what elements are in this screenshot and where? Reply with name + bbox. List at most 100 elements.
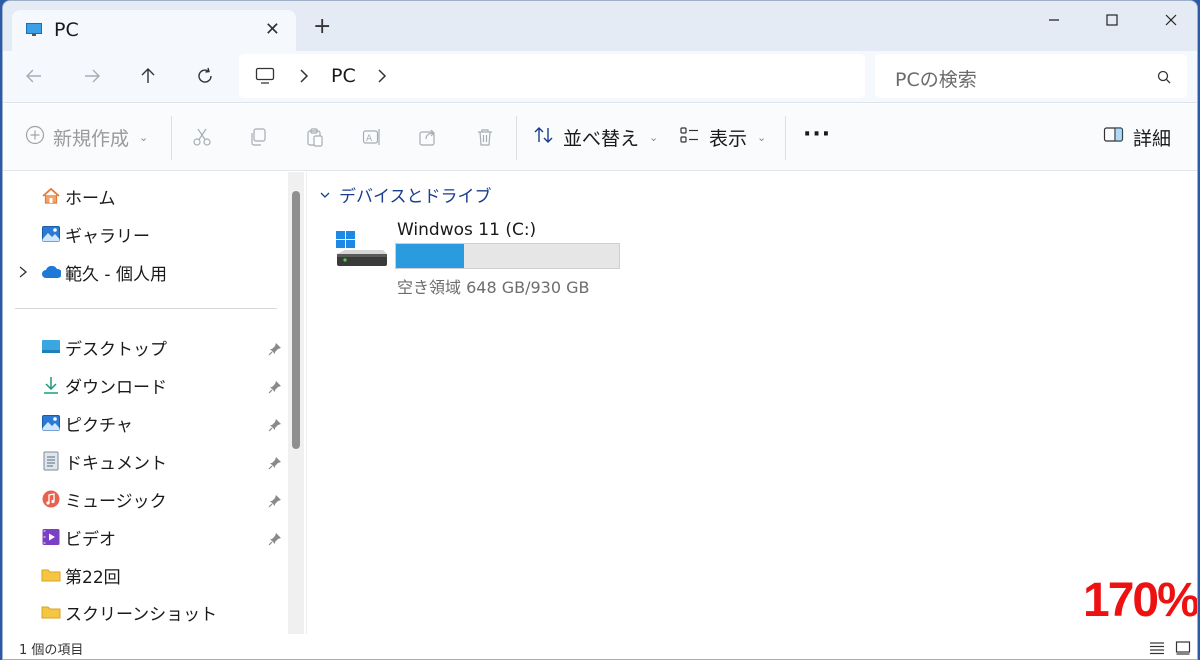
status-bar: 1 個の項目 — [3, 634, 1197, 659]
cut-icon[interactable] — [191, 126, 213, 148]
drive-usage-fill — [396, 244, 464, 268]
sidebar-item-label: ピクチャ — [65, 415, 133, 436]
minimize-button[interactable] — [1043, 9, 1065, 31]
home-icon — [41, 186, 61, 206]
pin-icon[interactable] — [268, 417, 282, 432]
documents-icon — [41, 451, 61, 471]
pc-monitor-icon — [26, 22, 42, 36]
file-explorer-window: PC ✕ + PC PCの検索 新規作成 ⌄ A 並べ替え ⌄ 表示 ⌄ ···… — [2, 0, 1198, 660]
navigation-pane: ホーム ギャラリー 範久 - 個人用 デスクトップ ダウンロード ピクチャ ドキ… — [3, 172, 287, 634]
new-button[interactable]: 新規作成 ⌄ — [25, 124, 148, 151]
sidebar-item-videos[interactable]: ビデオ — [41, 525, 116, 550]
drive-usage-bar — [395, 243, 620, 269]
new-tab-button[interactable]: + — [313, 16, 331, 38]
chevron-down-icon — [319, 185, 331, 205]
videos-icon — [41, 527, 61, 547]
breadcrumb-pc[interactable]: PC — [331, 65, 356, 87]
sidebar-item-label: ドキュメント — [65, 453, 167, 474]
onedrive-cloud-icon — [41, 262, 61, 282]
more-options-button[interactable]: ··· — [803, 122, 831, 147]
details-view-icon[interactable] — [1149, 640, 1165, 659]
view-button[interactable]: 表示 ⌄ — [679, 124, 766, 151]
view-list-icon — [679, 125, 701, 150]
folder-icon — [41, 565, 61, 585]
chevron-down-icon: ⌄ — [649, 131, 659, 144]
toolbar-divider — [785, 116, 786, 160]
pin-icon[interactable] — [268, 341, 282, 356]
breadcrumb-chevron-icon[interactable] — [297, 67, 311, 89]
sidebar-item-label: スクリーンショット — [65, 604, 218, 625]
forward-arrow-icon[interactable] — [79, 63, 105, 89]
drive-name: Windwos 11 (C:) — [397, 220, 537, 240]
folder-icon — [41, 602, 61, 622]
search-box[interactable]: PCの検索 — [875, 54, 1187, 98]
svg-text:A: A — [366, 134, 373, 144]
pictures-icon — [41, 413, 61, 433]
pin-icon[interactable] — [268, 379, 282, 394]
desktop-icon — [41, 337, 61, 357]
sidebar-item-pictures[interactable]: ピクチャ — [41, 411, 133, 436]
close-window-button[interactable] — [1160, 9, 1182, 31]
details-pane-label: 詳細 — [1133, 128, 1172, 150]
chevron-down-icon: ⌄ — [757, 131, 767, 144]
new-button-label: 新規作成 — [53, 128, 130, 150]
computer-icon — [255, 67, 275, 89]
pin-icon[interactable] — [268, 493, 282, 508]
sidebar-item-music[interactable]: ミュージック — [41, 487, 167, 512]
zoom-percentage-label: 170% — [1083, 574, 1198, 627]
tab-title: PC — [54, 19, 79, 41]
navigation-bar: PC PCの検索 — [3, 51, 1197, 103]
maximize-button[interactable] — [1101, 9, 1123, 31]
details-pane-button[interactable]: 詳細 — [1103, 124, 1171, 151]
group-header-devices[interactable]: デバイスとドライブ — [319, 182, 492, 207]
details-pane-icon — [1103, 126, 1125, 149]
sidebar-item-downloads[interactable]: ダウンロード — [41, 373, 167, 398]
delete-icon[interactable] — [474, 126, 496, 148]
sidebar-item-label: 範久 - 個人用 — [65, 264, 167, 285]
breadcrumb-chevron-icon[interactable] — [375, 67, 389, 89]
sort-button[interactable]: 並べ替え ⌄ — [533, 124, 658, 151]
sidebar-item-label: ミュージック — [65, 491, 167, 512]
view-button-label: 表示 — [709, 128, 748, 150]
sidebar-scrollbar-thumb[interactable] — [292, 191, 300, 449]
content-pane: デバイスとドライブ Windwos 11 (C:) 空き領域 648 GB/93… — [306, 172, 1197, 634]
sidebar-item-home[interactable]: ホーム — [41, 184, 116, 209]
address-bar[interactable]: PC — [239, 54, 865, 98]
sort-arrows-icon — [533, 125, 555, 150]
sidebar-item-label: ビデオ — [65, 529, 116, 550]
sidebar-item-desktop[interactable]: デスクトップ — [41, 335, 167, 360]
sidebar-item-folder-22[interactable]: 第22回 — [41, 563, 121, 588]
sidebar-item-onedrive[interactable]: 範久 - 個人用 — [41, 260, 167, 285]
sidebar-item-label: 第22回 — [65, 567, 121, 588]
plus-circle-icon — [25, 125, 45, 150]
rename-icon[interactable]: A — [361, 126, 383, 148]
copy-icon[interactable] — [247, 126, 269, 148]
search-input[interactable]: PCの検索 — [895, 65, 977, 92]
chevron-right-icon[interactable] — [17, 264, 29, 283]
gallery-icon — [41, 224, 61, 244]
sidebar-item-label: ホーム — [65, 188, 116, 209]
sidebar-item-documents[interactable]: ドキュメント — [41, 449, 167, 474]
refresh-icon[interactable] — [192, 63, 218, 89]
sidebar-item-gallery[interactable]: ギャラリー — [41, 222, 150, 247]
group-title: デバイスとドライブ — [339, 187, 492, 207]
sidebar-item-label: デスクトップ — [65, 339, 167, 360]
hard-drive-icon — [333, 228, 389, 272]
sidebar-item-label: ダウンロード — [65, 377, 167, 398]
sidebar-item-screenshots[interactable]: スクリーンショット — [41, 600, 218, 625]
sidebar-item-label: ギャラリー — [65, 226, 150, 247]
close-tab-icon[interactable]: ✕ — [265, 19, 280, 40]
paste-icon[interactable] — [304, 126, 326, 148]
tab-pc[interactable]: PC ✕ — [12, 10, 296, 51]
up-arrow-icon[interactable] — [135, 63, 161, 89]
drive-c-tile[interactable]: Windwos 11 (C:) 空き領域 648 GB/930 GB — [333, 218, 633, 298]
pin-icon[interactable] — [268, 455, 282, 470]
back-arrow-icon[interactable] — [21, 63, 47, 89]
pin-icon[interactable] — [268, 531, 282, 546]
sort-button-label: 並べ替え — [563, 128, 640, 150]
download-icon — [41, 375, 61, 395]
share-icon[interactable] — [417, 126, 439, 148]
sidebar-divider — [15, 308, 277, 309]
tiles-view-icon[interactable] — [1175, 640, 1191, 659]
search-icon[interactable] — [1157, 69, 1171, 88]
